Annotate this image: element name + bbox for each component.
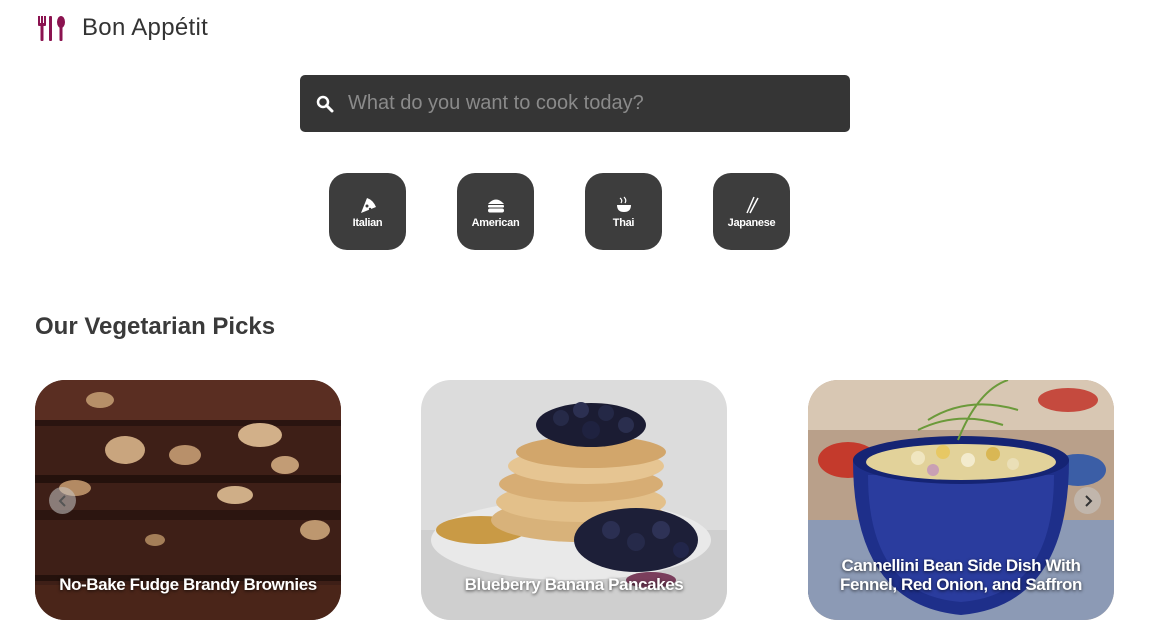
category-italian[interactable]: Italian (329, 173, 406, 250)
category-american[interactable]: American (457, 173, 534, 250)
burger-icon (487, 199, 504, 212)
carousel-prev-button[interactable] (49, 487, 76, 514)
utensils-icon (38, 16, 65, 41)
search-input[interactable] (348, 75, 850, 132)
category-thai[interactable]: Thai (585, 173, 662, 250)
noodle-bowl-icon (616, 196, 631, 212)
category-list: Italian American Thai Japanese (329, 173, 790, 250)
category-japanese[interactable]: Japanese (713, 173, 790, 250)
recipe-card-pancakes[interactable]: Blueberry Banana Pancakes (421, 380, 727, 620)
recipe-card-brownies[interactable]: No-Bake Fudge Brandy Brownies (35, 380, 341, 620)
search-icon (316, 95, 334, 112)
carousel-next-button[interactable] (1074, 487, 1101, 514)
chopsticks-icon (745, 196, 759, 213)
search-bar[interactable] (300, 75, 850, 132)
category-label: Japanese (727, 216, 776, 229)
chevron-right-icon (1084, 494, 1092, 507)
recipe-card-cannellini[interactable]: Cannellini Bean Side Dish With Fennel, R… (808, 380, 1114, 620)
recipe-title: Cannellini Bean Side Dish With Fennel, R… (839, 556, 1083, 594)
header: Bon Appétit (36, 12, 208, 44)
brand-name[interactable]: Bon Appétit (82, 14, 208, 42)
recipe-title: Blueberry Banana Pancakes (464, 575, 684, 594)
category-label: Italian (352, 216, 383, 229)
pizza-icon (360, 197, 376, 213)
section-title: Our Vegetarian Picks (35, 313, 276, 340)
recipe-carousel: No-Bake Fudge Brandy Brownies Blueberry … (35, 380, 1115, 620)
category-label: American (471, 216, 520, 229)
category-label: Thai (612, 216, 635, 229)
recipe-title: No-Bake Fudge Brandy Brownies (59, 575, 317, 594)
chevron-left-icon (58, 494, 66, 507)
